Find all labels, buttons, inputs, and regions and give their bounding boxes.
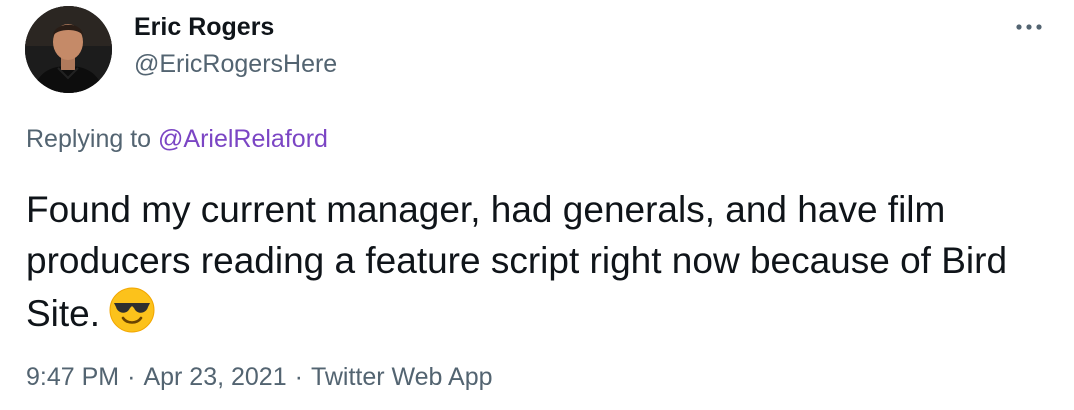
tweet-meta: 9:47 PM · Apr 23, 2021 · Twitter Web App bbox=[26, 362, 493, 392]
tweet-time[interactable]: 9:47 PM bbox=[26, 363, 119, 391]
meta-separator: · bbox=[127, 363, 136, 391]
more-options-button[interactable] bbox=[1014, 14, 1044, 40]
avatar[interactable] bbox=[25, 6, 112, 93]
reply-mention-link[interactable]: @ArielRelaford bbox=[158, 125, 328, 153]
replying-to: Replying to @ArielRelaford bbox=[26, 124, 328, 154]
author-handle[interactable]: @EricRogersHere bbox=[134, 49, 337, 79]
tweet-card: Eric Rogers @EricRogersHere Replying to … bbox=[0, 0, 1074, 410]
smiling-face-with-sunglasses-icon bbox=[108, 286, 156, 347]
tweet-body: Found my current manager, had generals, … bbox=[26, 189, 1008, 334]
tweet-text: Found my current manager, had generals, … bbox=[26, 184, 1046, 347]
replying-to-label: Replying to bbox=[26, 125, 159, 153]
author-name[interactable]: Eric Rogers bbox=[134, 12, 274, 42]
meta-separator: · bbox=[294, 363, 303, 391]
tweet-source[interactable]: Twitter Web App bbox=[311, 363, 493, 391]
avatar-image bbox=[25, 6, 112, 93]
tweet-date[interactable]: Apr 23, 2021 bbox=[143, 363, 286, 391]
more-horizontal-icon bbox=[1016, 24, 1042, 30]
